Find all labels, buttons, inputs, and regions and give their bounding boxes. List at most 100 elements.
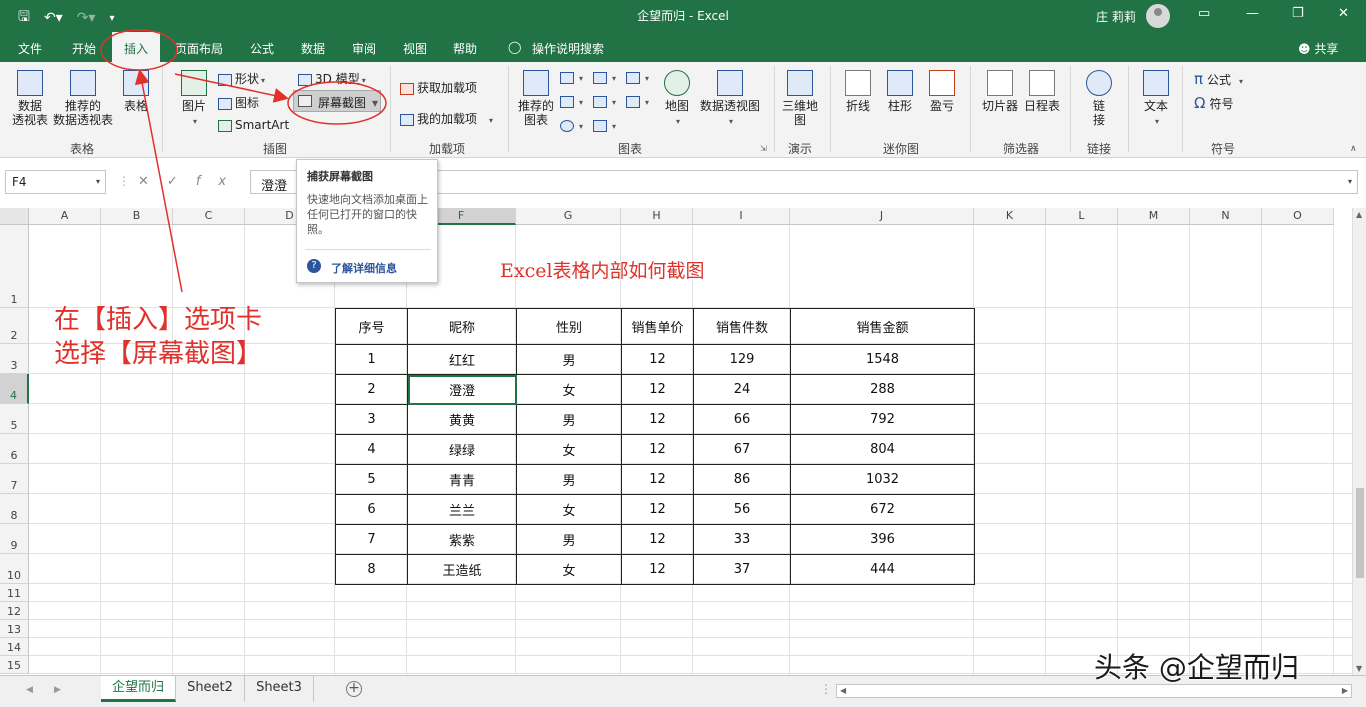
header-cell[interactable]: 销售金额	[790, 308, 975, 345]
tell-me-more-link[interactable]: 了解详细信息	[331, 260, 397, 276]
column-header[interactable]: M	[1118, 208, 1190, 225]
column-header[interactable]: K	[974, 208, 1046, 225]
header-cell[interactable]: 昵称	[407, 308, 517, 345]
minimize-icon[interactable]: —	[1246, 6, 1259, 21]
table-cell[interactable]: 紫紫	[407, 524, 517, 555]
hierarchy-chart-button[interactable]: ▾	[593, 70, 616, 84]
table-cell[interactable]: 6	[335, 494, 408, 525]
column-header[interactable]: B	[101, 208, 173, 225]
link-button[interactable]: 链 接	[1084, 70, 1114, 127]
vertical-scrollbar[interactable]: ▲ ▼	[1352, 208, 1366, 675]
collapse-ribbon-icon[interactable]: ∧	[1350, 144, 1357, 154]
row-header[interactable]: 5	[0, 404, 29, 434]
table-cell[interactable]: 兰兰	[407, 494, 517, 525]
symbol-button[interactable]: Ω 符号	[1194, 94, 1233, 112]
table-cell[interactable]: 5	[335, 464, 408, 495]
cancel-icon[interactable]: ✕	[138, 174, 167, 189]
header-cell[interactable]: 销售单价	[621, 308, 694, 345]
scroll-right-icon[interactable]: ▶	[1342, 686, 1348, 695]
table-cell[interactable]: 女	[516, 494, 622, 525]
scroll-thumb[interactable]	[1356, 488, 1364, 578]
table-cell[interactable]: 56	[693, 494, 791, 525]
table-cell[interactable]: 33	[693, 524, 791, 555]
table-cell[interactable]: 红红	[407, 344, 517, 375]
combo-chart-button[interactable]: ▾	[626, 94, 649, 108]
table-cell[interactable]: 2	[335, 374, 408, 405]
table-cell[interactable]: 12	[621, 554, 694, 585]
table-cell[interactable]: 男	[516, 344, 622, 375]
tell-me-search[interactable]: 操作说明搜索	[532, 40, 604, 57]
column-header[interactable]: L	[1046, 208, 1118, 225]
table-cell[interactable]: 3	[335, 404, 408, 435]
slicer-button[interactable]: 切片器	[980, 70, 1020, 113]
chevron-down-icon[interactable]: ▾	[96, 177, 100, 186]
table-cell[interactable]: 66	[693, 404, 791, 435]
waterfall-chart-button[interactable]: ▾	[626, 70, 649, 84]
recommended-pivot-button[interactable]: 推荐的 数据透视表	[52, 70, 114, 127]
text-button[interactable]: 文本 ▾	[1140, 70, 1172, 129]
more-icon[interactable]: ⋮	[820, 682, 832, 696]
table-cell[interactable]: 4	[335, 434, 408, 465]
tab-formulas[interactable]: 公式	[250, 40, 274, 57]
table-cell[interactable]: 12	[621, 404, 694, 435]
table-cell[interactable]: 绿绿	[407, 434, 517, 465]
close-icon[interactable]: ✕	[1338, 6, 1349, 21]
prev-sheet-icon[interactable]: ◀	[26, 685, 33, 695]
maps-button[interactable]: 地图 ▾	[662, 70, 692, 129]
name-box[interactable]: F4 ▾	[5, 170, 106, 194]
sparkline-line-button[interactable]: 折线	[842, 70, 874, 113]
column-header[interactable]: A	[29, 208, 101, 225]
table-cell[interactable]: 1032	[790, 464, 975, 495]
expand-formula-icon[interactable]: ▾	[1348, 177, 1352, 186]
table-cell[interactable]: 男	[516, 404, 622, 435]
table-cell[interactable]: 444	[790, 554, 975, 585]
sheet-tab-2[interactable]: Sheet2	[176, 676, 245, 702]
statistic-chart-button[interactable]: ▾	[593, 94, 616, 108]
row-header[interactable]: 15	[0, 656, 29, 674]
table-cell[interactable]: 24	[693, 374, 791, 405]
column-header[interactable]: G	[516, 208, 621, 225]
my-addins-button[interactable]: 我的加载项 ▾	[400, 110, 493, 127]
table-cell[interactable]: 王造纸	[407, 554, 517, 585]
enter-icon[interactable]: ✓	[167, 174, 196, 189]
row-header[interactable]: 11	[0, 584, 29, 602]
pivot-table-button[interactable]: 数据 透视表	[10, 70, 50, 127]
row-header[interactable]: 4	[0, 374, 29, 404]
screenshot-button[interactable]: 屏幕截图 ▾	[293, 90, 381, 112]
maximize-icon[interactable]: ❐	[1292, 6, 1304, 21]
row-header[interactable]: 6	[0, 434, 29, 464]
row-header[interactable]: 13	[0, 620, 29, 638]
sparkline-winloss-button[interactable]: 盈亏	[926, 70, 958, 113]
select-all-corner[interactable]	[0, 208, 29, 225]
table-cell[interactable]: 792	[790, 404, 975, 435]
table-cell[interactable]: 396	[790, 524, 975, 555]
table-cell[interactable]: 黄黄	[407, 404, 517, 435]
header-cell[interactable]: 性别	[516, 308, 622, 345]
table-cell[interactable]: 12	[621, 374, 694, 405]
tab-file[interactable]: 文件	[18, 40, 42, 57]
scatter-chart-button[interactable]: ▾	[593, 118, 616, 132]
sheet-tab-3[interactable]: Sheet3	[245, 676, 314, 702]
column-chart-button[interactable]: ▾	[560, 70, 583, 84]
pictures-button[interactable]: 图片 ▾	[178, 70, 210, 129]
sheet-tab-1[interactable]: 企望而归	[101, 676, 176, 702]
pie-chart-button[interactable]: ▾	[560, 118, 583, 132]
column-header[interactable]: H	[621, 208, 693, 225]
share-button[interactable]: ☻ 共享	[1298, 40, 1338, 57]
user-name[interactable]: 庄 莉莉	[1096, 8, 1136, 25]
icons-button[interactable]: 图标	[218, 94, 259, 111]
table-cell[interactable]: 288	[790, 374, 975, 405]
column-header[interactable]: O	[1262, 208, 1334, 225]
table-cell[interactable]: 12	[621, 524, 694, 555]
row-header[interactable]: 12	[0, 602, 29, 620]
table-cell[interactable]: 男	[516, 524, 622, 555]
tab-help[interactable]: 帮助	[453, 40, 477, 57]
table-cell[interactable]: 8	[335, 554, 408, 585]
table-cell[interactable]: 129	[693, 344, 791, 375]
table-cell[interactable]: 女	[516, 434, 622, 465]
recommended-charts-button[interactable]: 推荐的 图表	[516, 70, 556, 127]
scroll-up-icon[interactable]: ▲	[1356, 210, 1362, 219]
shapes-button[interactable]: 形状 ▾	[218, 70, 265, 87]
column-header[interactable]: N	[1190, 208, 1262, 225]
timeline-button[interactable]: 日程表	[1022, 70, 1062, 113]
